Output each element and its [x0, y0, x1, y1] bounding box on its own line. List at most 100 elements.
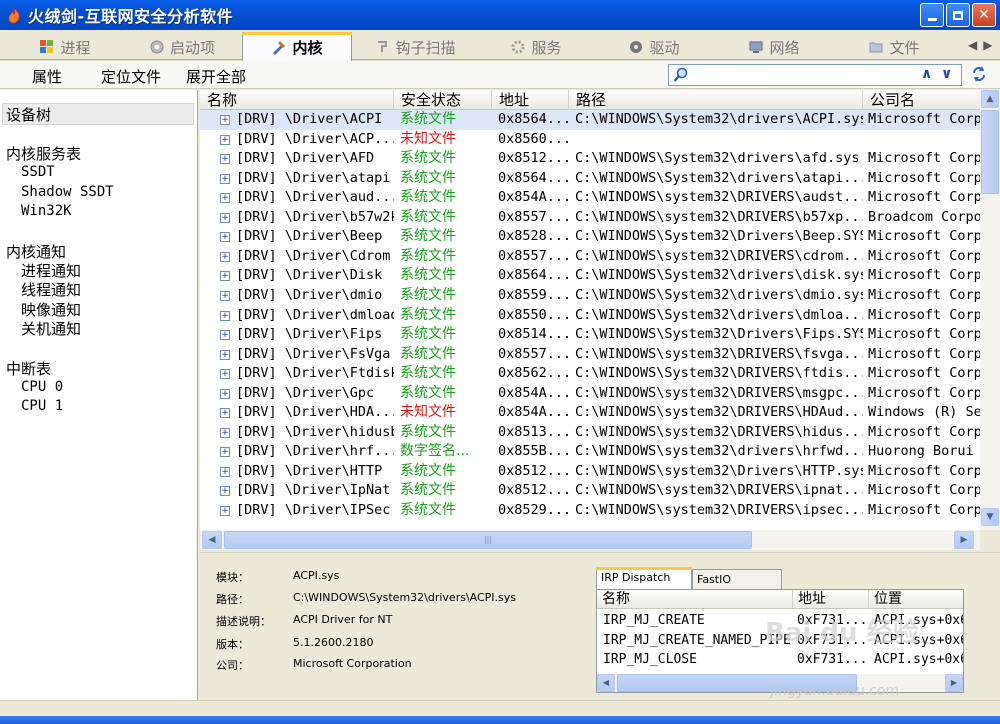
- expand-icon[interactable]: +: [220, 173, 230, 184]
- expand-icon[interactable]: +: [220, 506, 230, 516]
- locate-file-button[interactable]: 定位文件: [101, 66, 161, 87]
- table-row[interactable]: + [DRV] \Driver\b57w2k 系统文件 0x8557... C:\WIN…: [200, 208, 980, 228]
- expand-icon[interactable]: +: [220, 290, 230, 301]
- tree-node-process-notify[interactable]: 进程通知: [21, 260, 81, 281]
- column-header-address[interactable]: 地址: [793, 590, 869, 609]
- table-row[interactable]: + [DRV] \Driver\aud... 系统文件 0x854A... C:\WIN…: [200, 188, 980, 208]
- tab-process[interactable]: 进程: [20, 34, 110, 60]
- column-header-name[interactable]: 名称: [200, 90, 394, 110]
- chevron-right-icon[interactable]: ▶: [983, 38, 998, 52]
- expand-icon[interactable]: +: [220, 408, 230, 419]
- table-row[interactable]: + [DRV] \Driver\ACP... 未知文件 0x8560...: [200, 130, 980, 150]
- tab-file[interactable]: 文件: [852, 34, 936, 60]
- expand-icon[interactable]: +: [220, 330, 230, 341]
- table-row[interactable]: + [DRV] \Driver\Disk 系统文件 0x8564... C:\WINDO…: [200, 266, 980, 286]
- tree-node-thread-notify[interactable]: 线程通知: [21, 279, 81, 300]
- table-row[interactable]: + [DRV] \Driver\hidusb 系统文件 0x8513... C:\WIN…: [200, 423, 980, 443]
- tab-startup[interactable]: 启动项: [132, 34, 232, 60]
- tab-service[interactable]: 服务: [494, 34, 578, 60]
- scroll-thumb[interactable]: |||: [224, 531, 752, 549]
- tree-node-cpu1[interactable]: CPU 1: [21, 398, 63, 414]
- table-row[interactable]: + [DRV] \Driver\FsVga 系统文件 0x8557... C:\WIND…: [200, 345, 980, 365]
- column-header-company[interactable]: 公司名: [863, 90, 980, 110]
- tree-node-interrupt-table[interactable]: 中断表: [6, 358, 51, 379]
- scroll-left-icon[interactable]: ◀: [202, 531, 222, 549]
- chevron-left-icon[interactable]: ◀: [968, 38, 983, 52]
- horizontal-scrollbar[interactable]: ◀ ||| ▶: [200, 530, 980, 550]
- expand-icon[interactable]: +: [220, 115, 230, 125]
- table-row[interactable]: + [DRV] \Driver\dmload 系统文件 0x8550... C:\WIN…: [200, 306, 980, 326]
- expand-icon[interactable]: +: [220, 154, 230, 165]
- tree-node-ssdt[interactable]: SSDT: [21, 164, 55, 180]
- table-row[interactable]: + [DRV] \Driver\dmio 系统文件 0x8559... C:\WINDO…: [200, 286, 980, 306]
- tab-kernel[interactable]: 内核: [242, 32, 352, 61]
- scroll-right-icon[interactable]: ▶: [954, 531, 974, 549]
- expand-icon[interactable]: +: [220, 134, 230, 145]
- table-row[interactable]: + [DRV] \Driver\IpNat 系统文件 0x8512... C:\WIND…: [200, 481, 980, 501]
- tree-node-image-notify[interactable]: 映像通知: [21, 299, 81, 320]
- column-header-status[interactable]: 安全状态: [394, 90, 492, 110]
- table-row[interactable]: + [DRV] \Driver\atapi 系统文件 0x8564... C:\WIND…: [200, 169, 980, 189]
- scroll-up-icon[interactable]: ▲: [981, 90, 999, 108]
- expand-icon[interactable]: +: [220, 310, 230, 321]
- close-button[interactable]: ✕: [972, 3, 996, 27]
- expand-icon[interactable]: +: [220, 232, 230, 243]
- tab-network[interactable]: 网络: [732, 34, 816, 60]
- table-row[interactable]: + [DRV] \Driver\HTTP 系统文件 0x8512... C:\WINDO…: [200, 462, 980, 482]
- restore-button[interactable]: [946, 3, 970, 27]
- tree-node-kernel-service-table[interactable]: 内核服务表: [6, 143, 81, 164]
- scroll-right-icon[interactable]: ▶: [945, 674, 963, 692]
- table-row[interactable]: + [DRV] \Driver\Gpc 系统文件 0x854A... C:\WINDOW…: [200, 384, 980, 404]
- column-header-address[interactable]: 地址: [492, 90, 569, 110]
- tree-node-shadow-ssdt[interactable]: Shadow SSDT: [21, 184, 114, 200]
- expand-icon[interactable]: +: [220, 251, 230, 262]
- cell-company: Microsoft Corp: [868, 462, 980, 479]
- tab-irp-dispatch[interactable]: IRP Dispatch: [596, 567, 692, 589]
- vertical-scrollbar[interactable]: ▲ ▼: [980, 90, 1000, 530]
- table-row[interactable]: + [DRV] \Driver\hrf... 数字签名... 0x855B... C:\…: [200, 442, 980, 462]
- tree-node-kernel-notify[interactable]: 内核通知: [6, 241, 66, 262]
- refresh-icon[interactable]: [970, 65, 988, 87]
- table-row[interactable]: + [DRV] \Driver\Ftdisk 系统文件 0x8562... C:\WIN…: [200, 364, 980, 384]
- search-input[interactable]: [693, 66, 913, 84]
- tab-scroll-arrows[interactable]: ◀▶: [968, 38, 998, 52]
- expand-icon[interactable]: +: [220, 447, 230, 458]
- scroll-thumb[interactable]: [981, 110, 999, 194]
- tab-driver[interactable]: 驱动: [612, 34, 696, 60]
- table-row[interactable]: + [DRV] \Driver\Cdrom 系统文件 0x8557... C:\WIND…: [200, 247, 980, 267]
- minimize-button[interactable]: [920, 3, 944, 27]
- tree-node-device-tree[interactable]: 设备树: [6, 104, 51, 125]
- table-row[interactable]: + [DRV] \Driver\Fips 系统文件 0x8514... C:\WINDO…: [200, 325, 980, 345]
- cell-name: [DRV] \Driver\ACP...: [236, 130, 394, 147]
- column-header-path[interactable]: 路径: [569, 90, 863, 110]
- cell-company: Microsoft Corp: [868, 306, 980, 323]
- expand-all-button[interactable]: 展开全部: [186, 66, 246, 87]
- expand-icon[interactable]: +: [220, 349, 230, 360]
- table-row[interactable]: + [DRV] \Driver\IPSec 系统文件 0x8529... C:\WIND…: [200, 501, 980, 521]
- expand-icon[interactable]: +: [220, 388, 230, 399]
- search-next-button[interactable]: ∨: [941, 66, 952, 82]
- table-row[interactable]: + [DRV] \Driver\AFD 系统文件 0x8512... C:\WINDOW…: [200, 149, 980, 169]
- properties-button[interactable]: 属性: [32, 66, 62, 87]
- scroll-left-icon[interactable]: ◀: [597, 674, 615, 692]
- tab-hook-scan[interactable]: 钩子扫描: [360, 34, 470, 60]
- expand-icon[interactable]: +: [220, 271, 230, 282]
- expand-icon[interactable]: +: [220, 427, 230, 438]
- search-prev-button[interactable]: ∧: [921, 66, 932, 82]
- tree-node-cpu0[interactable]: CPU 0: [21, 379, 63, 395]
- irp-row[interactable]: IRP_MJ_CLOSE 0xF731... ACPI.sys+0x6: [597, 650, 963, 670]
- column-header-name[interactable]: 名称: [597, 590, 793, 609]
- expand-icon[interactable]: +: [220, 193, 230, 204]
- expand-icon[interactable]: +: [220, 212, 230, 223]
- table-row[interactable]: + [DRV] \Driver\Beep 系统文件 0x8528... C:\WINDO…: [200, 227, 980, 247]
- column-header-location[interactable]: 位置: [869, 590, 963, 609]
- table-row[interactable]: + [DRV] \Driver\HDA... 未知文件 0x854A... C:\WIN…: [200, 403, 980, 423]
- tree-node-win32k[interactable]: Win32K: [21, 203, 72, 219]
- table-row[interactable]: + [DRV] \Driver\ACPI 系统文件 0x8564... C:\WINDO…: [200, 110, 980, 130]
- tree-node-shutdown-notify[interactable]: 关机通知: [21, 318, 81, 339]
- expand-icon[interactable]: +: [220, 369, 230, 380]
- expand-icon[interactable]: +: [220, 466, 230, 477]
- expand-icon[interactable]: +: [220, 486, 230, 497]
- tab-fastio-dispatch[interactable]: FastIO Dispatch: [692, 569, 782, 605]
- scroll-down-icon[interactable]: ▼: [981, 508, 999, 526]
